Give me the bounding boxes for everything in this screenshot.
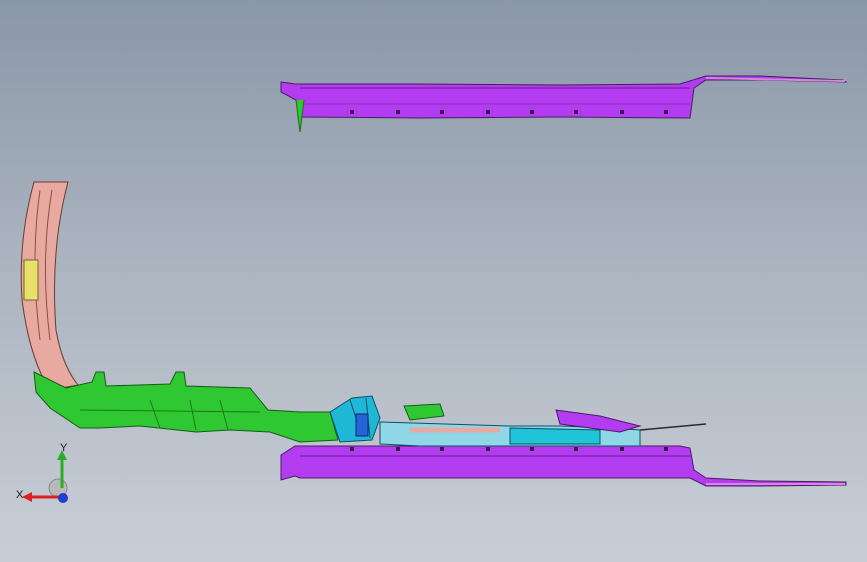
x-axis-head (22, 492, 32, 502)
3d-viewport[interactable]: Y X (0, 0, 867, 562)
side-sill-lower[interactable] (280, 445, 847, 487)
y-axis-label: Y (60, 442, 68, 454)
side-sill-upper[interactable] (280, 75, 848, 133)
z-axis-dot (58, 493, 68, 503)
x-axis-label: X (16, 489, 24, 501)
cad-model[interactable] (0, 0, 867, 562)
orientation-triad: Y X (16, 442, 68, 503)
center-tunnel-cyan[interactable] (329, 395, 707, 447)
wheel-arch-pink[interactable] (20, 181, 79, 391)
accent-blue (355, 413, 369, 437)
